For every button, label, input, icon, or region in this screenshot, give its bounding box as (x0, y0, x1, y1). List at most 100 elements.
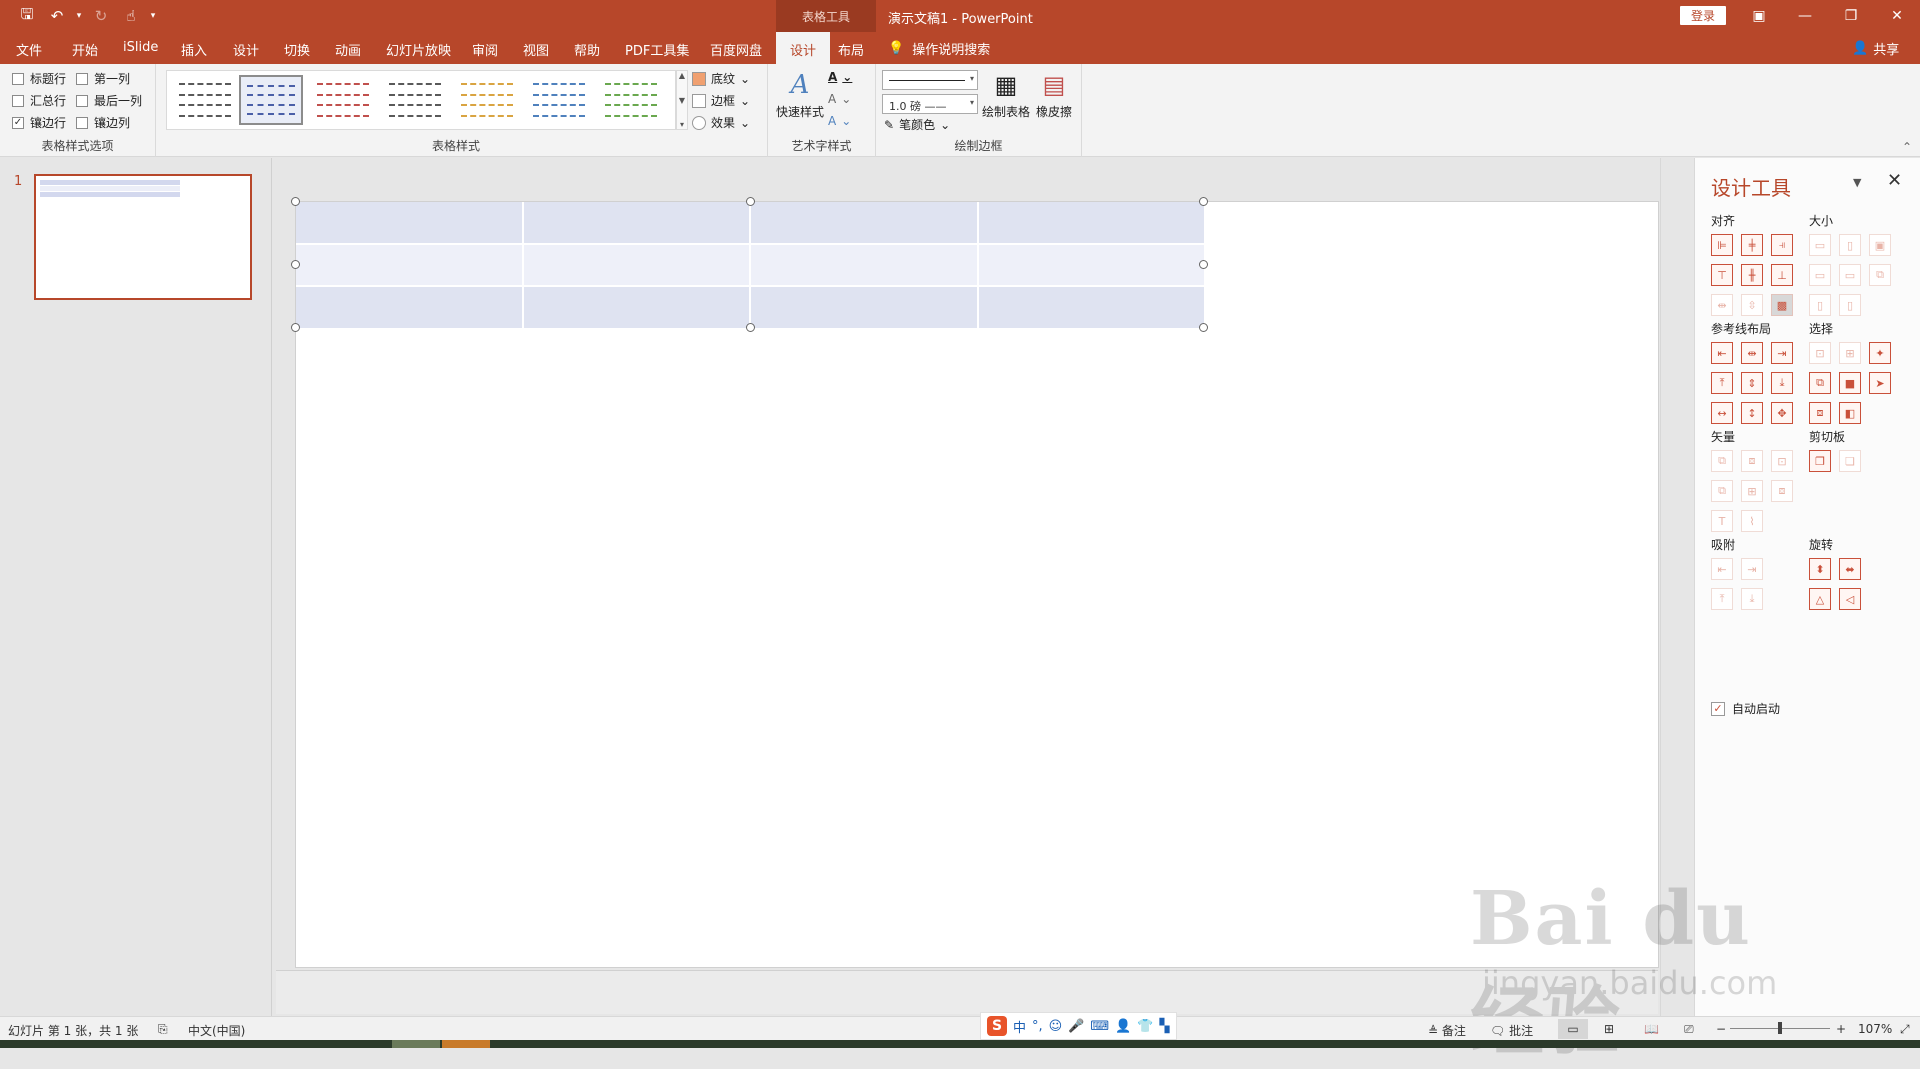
resize-handle[interactable] (746, 197, 755, 206)
gallery-more-icon[interactable]: ▾ (680, 120, 684, 129)
guide-left-icon[interactable]: ⇤ (1711, 342, 1733, 364)
align-to-slide-icon[interactable]: ▩ (1771, 294, 1793, 316)
tab-insert[interactable]: 插入 (181, 40, 207, 59)
tab-file[interactable]: 文件 (16, 40, 42, 59)
keyboard-icon[interactable]: ⌨ (1090, 1019, 1109, 1034)
spell-check-icon[interactable]: ⎘ (158, 1022, 168, 1037)
table-style-swatch[interactable] (599, 75, 663, 125)
table-style-swatch[interactable] (455, 75, 519, 125)
auto-start-checkbox[interactable]: ✓ 自动启动 (1711, 700, 1780, 717)
size-height-icon[interactable]: ▭ (1839, 264, 1861, 286)
undo-icon[interactable]: ↶ (44, 6, 70, 26)
touch-mode-icon[interactable]: ☝ (118, 6, 144, 26)
vector-intersect-icon[interactable]: ⧉ (1711, 480, 1733, 502)
size-swap-icon[interactable]: ⧉ (1869, 264, 1891, 286)
close-icon[interactable]: ✕ (1874, 4, 1920, 28)
scroll-down-icon[interactable]: ▼ (679, 96, 685, 105)
vector-union-icon[interactable]: ⧉ (1711, 450, 1733, 472)
text-outline-button[interactable]: A ⌄ (828, 92, 851, 106)
pen-color-button[interactable]: ✎ 笔颜色 ⌄ (884, 116, 950, 133)
tell-me-search[interactable]: 💡 操作说明搜索 (888, 39, 990, 58)
toolbox-icon[interactable]: ▚ (1160, 1019, 1170, 1034)
redo-icon[interactable]: ↻ (88, 6, 114, 26)
notes-button[interactable]: ≜ 备注 (1428, 1022, 1466, 1039)
comments-button[interactable]: 🗨 批注 (1490, 1022, 1533, 1039)
text-effects-button[interactable]: A ⌄ (828, 114, 851, 128)
banded-columns-checkbox[interactable]: 镶边列 (76, 114, 130, 131)
guide-center-icon[interactable]: ⇹ (1741, 342, 1763, 364)
gallery-scroll[interactable]: ▲ ▼ ▾ (676, 70, 688, 130)
select-similar-icon[interactable]: ⊡ (1809, 342, 1831, 364)
zoom-level[interactable]: 107% (1858, 1022, 1892, 1036)
tab-slideshow[interactable]: 幻灯片放映 (386, 40, 451, 59)
skin-icon[interactable]: 👕 (1137, 1019, 1153, 1034)
size-fit-height-icon[interactable]: ▯ (1839, 294, 1861, 316)
punctuation-icon[interactable]: °, (1032, 1019, 1043, 1034)
last-column-checkbox[interactable]: 最后一列 (76, 92, 142, 109)
tab-islide[interactable]: iSlide (123, 40, 158, 55)
snap-bottom-icon[interactable]: ⤓ (1741, 588, 1763, 610)
align-middle-icon[interactable]: ╫ (1741, 264, 1763, 286)
table-cell[interactable] (296, 244, 522, 286)
taskbar-item[interactable] (442, 1040, 490, 1048)
sogou-logo-icon[interactable]: S (987, 1016, 1007, 1036)
user-icon[interactable]: 👤 (1115, 1019, 1131, 1034)
tab-help[interactable]: 帮助 (574, 40, 600, 59)
guide-middle-icon[interactable]: ⇕ (1741, 372, 1763, 394)
customize-qat-icon[interactable]: ▾ (148, 11, 158, 21)
tab-pdf-tools[interactable]: PDF工具集 (625, 40, 689, 59)
vector-split-icon[interactable]: ⧈ (1771, 480, 1793, 502)
minimize-icon[interactable]: — (1782, 4, 1828, 28)
align-left-icon[interactable]: ⊫ (1711, 234, 1733, 256)
guide-bottom-icon[interactable]: ⤓ (1771, 372, 1793, 394)
size-fit-width-icon[interactable]: ▯ (1809, 294, 1831, 316)
distribute-horizontal-icon[interactable]: ⇹ (1711, 294, 1733, 316)
tab-review[interactable]: 审阅 (472, 40, 498, 59)
microphone-icon[interactable]: 🎤 (1068, 1019, 1084, 1034)
quick-styles-button[interactable]: A 快速样式 (776, 70, 824, 120)
share-button[interactable]: 👤 共享 (1852, 39, 1899, 58)
distribute-vertical-icon[interactable]: ⇳ (1741, 294, 1763, 316)
table-style-swatch[interactable] (527, 75, 591, 125)
header-row-checkbox[interactable]: 标题行 (12, 70, 66, 87)
guide-top-icon[interactable]: ⤒ (1711, 372, 1733, 394)
resize-handle[interactable] (291, 323, 300, 332)
select-same-size-icon[interactable]: ⊞ (1839, 342, 1861, 364)
zoom-slider-thumb[interactable] (1778, 1022, 1782, 1034)
table-style-swatch[interactable] (173, 75, 237, 125)
normal-view-icon[interactable]: ▭ (1558, 1019, 1588, 1039)
resize-handle[interactable] (1199, 323, 1208, 332)
resize-handle[interactable] (291, 197, 300, 206)
select-invert-icon[interactable]: ◧ (1839, 402, 1861, 424)
same-size-icon[interactable]: ▣ (1869, 234, 1891, 256)
ime-mode-indicator[interactable]: 中 (1013, 1017, 1026, 1036)
flip-vertical-icon[interactable]: ⬍ (1809, 558, 1831, 580)
zoom-out-icon[interactable]: − (1716, 1022, 1726, 1036)
guide-stretch-v-icon[interactable]: ↕ (1741, 402, 1763, 424)
tab-baidu-netdisk[interactable]: 百度网盘 (710, 40, 762, 59)
resize-handle[interactable] (1199, 260, 1208, 269)
resize-handle[interactable] (291, 260, 300, 269)
paste-icon[interactable]: ❏ (1839, 450, 1861, 472)
total-row-checkbox[interactable]: 汇总行 (12, 92, 66, 109)
table-cell[interactable] (296, 202, 522, 243)
snap-right-icon[interactable]: ⇥ (1741, 558, 1763, 580)
table-cell[interactable] (296, 287, 522, 328)
table-style-swatch[interactable] (311, 75, 375, 125)
vector-path-icon[interactable]: ⌇ (1741, 510, 1763, 532)
scroll-up-icon[interactable]: ▲ (679, 71, 685, 80)
login-button[interactable]: 登录 (1680, 6, 1726, 25)
banded-rows-checkbox[interactable]: ✓ 镶边行 (12, 114, 66, 131)
emoji-icon[interactable]: ☺ (1049, 1019, 1063, 1034)
tab-animations[interactable]: 动画 (335, 40, 361, 59)
table-cell[interactable] (523, 202, 749, 243)
table-cell[interactable] (523, 287, 749, 328)
fit-to-window-icon[interactable]: ⤢ (1900, 1022, 1910, 1037)
copy-icon[interactable]: ❐ (1809, 450, 1831, 472)
text-fill-button[interactable]: A ⌄ (828, 70, 852, 84)
snap-left-icon[interactable]: ⇤ (1711, 558, 1733, 580)
language-status[interactable]: 中文(中国) (188, 1022, 245, 1039)
tab-home[interactable]: 开始 (72, 40, 98, 59)
table-cell[interactable] (751, 287, 977, 328)
rotate-triangle-icon[interactable]: △ (1809, 588, 1831, 610)
